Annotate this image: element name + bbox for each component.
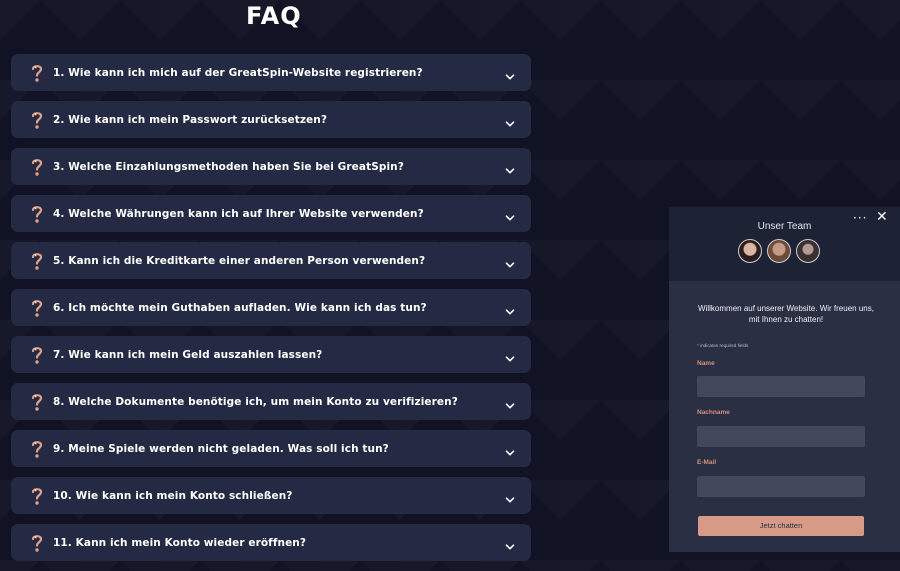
avatar xyxy=(767,239,791,263)
chat-widget: Unser Team ··· ✕ Willkommen auf unserer … xyxy=(669,207,900,552)
avatar xyxy=(796,239,820,263)
avatar xyxy=(738,239,762,263)
chevron-down-icon[interactable] xyxy=(505,161,515,174)
faq-question: 10. Wie kann ich mein Konto schließen? xyxy=(53,489,293,502)
faq-question: 1. Wie kann ich mich auf der GreatSpin-W… xyxy=(53,66,423,79)
faq-item[interactable]: 10. Wie kann ich mein Konto schließen? xyxy=(11,477,531,514)
name-field[interactable] xyxy=(697,376,865,397)
faq-item[interactable]: 7. Wie kann ich mein Geld auszahlen lass… xyxy=(11,336,531,373)
chevron-down-icon[interactable] xyxy=(505,443,515,456)
faq-list: 1. Wie kann ich mich auf der GreatSpin-W… xyxy=(11,54,531,571)
faq-item[interactable]: 11. Kann ich mein Konto wieder eröffnen? xyxy=(11,524,531,561)
required-star: * xyxy=(697,343,699,348)
question-mark-icon xyxy=(28,298,46,318)
surname-field[interactable] xyxy=(697,426,865,447)
chevron-down-icon[interactable] xyxy=(505,490,515,503)
faq-question: 9. Meine Spiele werden nicht geladen. Wa… xyxy=(53,442,389,455)
chevron-down-icon[interactable] xyxy=(505,349,515,362)
email-label: E-Mail xyxy=(697,459,717,466)
required-fields-note: * indicates required fields xyxy=(697,343,748,348)
chevron-down-icon[interactable] xyxy=(505,114,515,127)
question-mark-icon xyxy=(28,533,46,553)
faq-question: 6. Ich möchte mein Guthaben aufladen. Wi… xyxy=(53,301,427,314)
chevron-down-icon[interactable] xyxy=(505,396,515,409)
chevron-down-icon[interactable] xyxy=(505,255,515,268)
required-note-text: indicates required fields xyxy=(700,343,749,348)
name-label: Name xyxy=(697,360,715,367)
close-icon[interactable]: ✕ xyxy=(876,209,888,225)
faq-item[interactable]: 5. Kann ich die Kreditkarte einer andere… xyxy=(11,242,531,279)
faq-item[interactable]: 2. Wie kann ich mein Passwort zurücksetz… xyxy=(11,101,531,138)
question-mark-icon xyxy=(28,157,46,177)
question-mark-icon xyxy=(28,63,46,83)
question-mark-icon xyxy=(28,251,46,271)
faq-item[interactable]: 9. Meine Spiele werden nicht geladen. Wa… xyxy=(11,430,531,467)
welcome-message: Willkommen auf unserer Website. Wir freu… xyxy=(698,304,874,324)
faq-question: 11. Kann ich mein Konto wieder eröffnen? xyxy=(53,536,307,549)
more-options-icon[interactable]: ··· xyxy=(853,211,867,225)
chevron-down-icon[interactable] xyxy=(505,208,515,221)
start-chat-button[interactable]: Jetzt chatten xyxy=(698,516,864,536)
team-avatars xyxy=(738,239,820,263)
question-mark-icon xyxy=(28,486,46,506)
faq-question: 8. Welche Dokumente benötige ich, um mei… xyxy=(53,395,458,408)
faq-question: 4. Welche Währungen kann ich auf Ihrer W… xyxy=(53,207,424,220)
faq-question: 7. Wie kann ich mein Geld auszahlen lass… xyxy=(53,348,323,361)
chat-header: Unser Team ··· ✕ xyxy=(669,207,900,281)
question-mark-icon xyxy=(28,345,46,365)
faq-item[interactable]: 1. Wie kann ich mich auf der GreatSpin-W… xyxy=(11,54,531,91)
question-mark-icon xyxy=(28,392,46,412)
surname-label: Nachname xyxy=(697,409,730,416)
chevron-down-icon[interactable] xyxy=(505,537,515,550)
faq-question: 3. Welche Einzahlungsmethoden haben Sie … xyxy=(53,160,404,173)
chevron-down-icon[interactable] xyxy=(505,302,515,315)
faq-item[interactable]: 8. Welche Dokumente benötige ich, um mei… xyxy=(11,383,531,420)
faq-item[interactable]: 6. Ich möchte mein Guthaben aufladen. Wi… xyxy=(11,289,531,326)
question-mark-icon xyxy=(28,110,46,130)
chevron-down-icon[interactable] xyxy=(505,67,515,80)
chat-form: Willkommen auf unserer Website. Wir freu… xyxy=(669,281,900,552)
page-title: FAQ xyxy=(246,2,302,30)
question-mark-icon xyxy=(28,439,46,459)
faq-question: 2. Wie kann ich mein Passwort zurücksetz… xyxy=(53,113,328,126)
email-field[interactable] xyxy=(697,476,865,497)
faq-item[interactable]: 4. Welche Währungen kann ich auf Ihrer W… xyxy=(11,195,531,232)
faq-item[interactable]: 3. Welche Einzahlungsmethoden haben Sie … xyxy=(11,148,531,185)
question-mark-icon xyxy=(28,204,46,224)
faq-question: 5. Kann ich die Kreditkarte einer andere… xyxy=(53,254,426,267)
